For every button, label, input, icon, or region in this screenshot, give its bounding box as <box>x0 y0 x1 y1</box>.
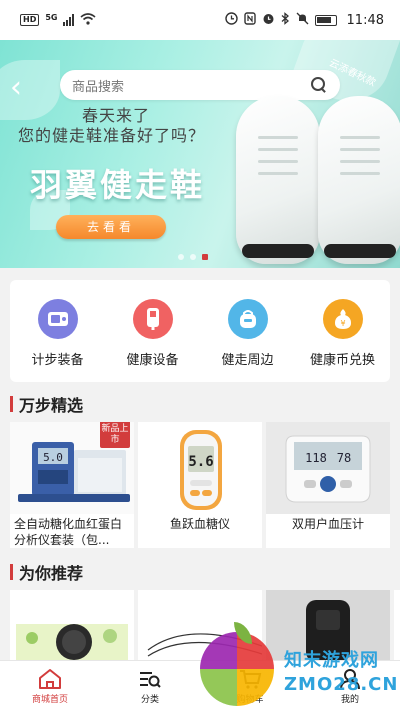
hd-badge: HD <box>20 14 40 26</box>
status-left: HD 5G <box>20 12 97 28</box>
svg-text:118: 118 <box>305 451 327 465</box>
walking-bag-icon <box>227 298 268 339</box>
category-label: 健康币兑换 <box>309 352 375 368</box>
bottom-tab-bar: 商城首页 分类 购物车 我的 <box>0 660 400 711</box>
category-walking-gear[interactable]: 健走周边 <box>203 298 293 368</box>
new-product-badge: 新品上市 <box>100 422 130 448</box>
section-title: 万步精选 <box>19 396 84 415</box>
category-card: 计步装备 健康设备 健走周边 ¥ 健康币兑换 <box>10 280 390 382</box>
status-right: 11:48 <box>224 11 384 29</box>
category-pedometer[interactable]: 计步装备 <box>13 298 103 368</box>
tab-label: 商城首页 <box>31 695 68 705</box>
svg-text:78: 78 <box>337 451 351 465</box>
tab-category[interactable]: 分类 <box>100 661 200 711</box>
banner-cta-button[interactable]: 去看看 <box>56 215 166 239</box>
search-bar[interactable]: 商品搜索 <box>60 70 340 100</box>
category-icon <box>137 667 163 691</box>
wifi-icon <box>80 12 97 28</box>
status-bar: HD 5G 11:48 <box>0 0 400 40</box>
category-label: 健康设备 <box>126 352 179 368</box>
search-icon[interactable] <box>310 76 328 94</box>
pagination-dot <box>178 254 184 260</box>
svg-text:5.6: 5.6 <box>188 454 213 470</box>
section-accent-bar <box>10 564 13 580</box>
pagination-dot <box>202 254 208 260</box>
hba1c-analyzer-icon: 5.0 新品上市 <box>10 422 134 514</box>
pagination-dot <box>190 254 196 260</box>
tab-cart[interactable]: 购物车 <box>200 661 300 711</box>
clock-alarm-icon <box>224 11 238 29</box>
category-coin-exchange[interactable]: ¥ 健康币兑换 <box>298 298 388 368</box>
signal-icon <box>63 14 75 26</box>
coin-exchange-icon: ¥ <box>322 298 363 339</box>
category-label: 健走周边 <box>221 352 274 368</box>
product-name: 鱼跃血糖仪 <box>169 517 230 531</box>
section-accent-bar <box>10 396 13 412</box>
tab-profile[interactable]: 我的 <box>300 661 400 711</box>
product-name: 双用户血压计 <box>291 517 364 531</box>
shoe-image-right <box>318 96 400 264</box>
section-header-featured: 万步精选 <box>10 392 83 416</box>
mute-icon <box>296 12 309 29</box>
home-icon <box>37 667 63 691</box>
svg-text:5.0: 5.0 <box>43 451 63 464</box>
product-card[interactable]: 5.0 新品上市 全自动糖化血红蛋白分析仪套装（包... <box>10 422 134 548</box>
product-card[interactable]: 5.6 鱼跃血糖仪 <box>138 422 262 548</box>
product-name: 全自动糖化血红蛋白分析仪套装（包... <box>14 517 123 547</box>
glucose-meter-icon: 5.6 <box>138 422 262 514</box>
battery-icon <box>314 14 337 26</box>
category-health-device[interactable]: 健康设备 <box>108 298 198 368</box>
health-device-icon <box>132 298 173 339</box>
section-title: 为你推荐 <box>19 564 84 583</box>
search-input[interactable]: 商品搜索 <box>72 76 310 95</box>
recommend-products <box>10 590 400 662</box>
category-label: 计步装备 <box>31 352 84 368</box>
banner-title: 羽翼健走鞋 <box>30 166 206 204</box>
section-header-recommend: 为你推荐 <box>10 560 83 584</box>
svg-text:¥: ¥ <box>340 319 345 328</box>
shoe-image-left <box>236 96 320 264</box>
cart-icon <box>237 667 263 691</box>
blood-pressure-monitor-icon: 118 78 <box>266 422 390 514</box>
tab-label: 我的 <box>340 695 359 705</box>
tab-label: 购物车 <box>236 695 264 705</box>
banner-slogan-line2: 您的健走鞋准备好了吗？ <box>18 126 206 145</box>
pedometer-icon <box>37 298 78 339</box>
featured-products: 5.0 新品上市 全自动糖化血红蛋白分析仪套装（包... 5.6 鱼跃血糖仪 1… <box>10 422 400 548</box>
recommend-card[interactable] <box>266 590 390 662</box>
clock-time: 11:48 <box>346 12 384 28</box>
bluetooth-icon <box>281 11 290 29</box>
tab-home[interactable]: 商城首页 <box>0 661 100 711</box>
recommend-card[interactable] <box>394 590 400 662</box>
network-label: 5G <box>45 12 58 22</box>
banner-pagination <box>178 254 208 260</box>
tab-label: 分类 <box>140 695 159 705</box>
recommend-card[interactable] <box>10 590 134 662</box>
nfc-icon <box>243 11 256 29</box>
back-icon[interactable]: ‹ <box>10 73 34 104</box>
promo-banner[interactable]: ‹ 商品搜索 云添春秋款 春天来了 您的健走鞋准备好了吗？ 羽翼健走鞋 去看看 <box>0 40 400 268</box>
product-card[interactable]: 118 78 双用户血压计 <box>266 422 390 548</box>
alarm-icon <box>262 12 275 29</box>
profile-icon <box>337 667 363 691</box>
recommend-card[interactable] <box>138 590 262 662</box>
